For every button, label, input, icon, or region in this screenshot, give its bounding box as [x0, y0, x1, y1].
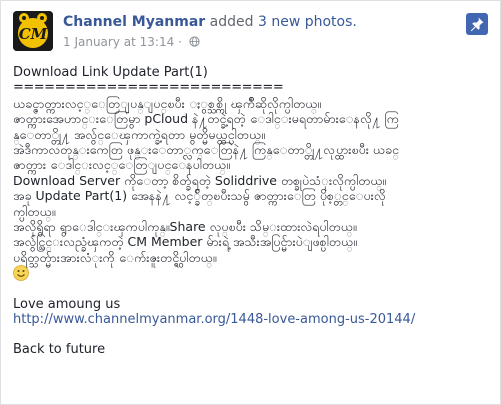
action-prefix: added — [209, 14, 254, 30]
post-line-11: ပရိတ္သတ္မ်ားအားလံုးကို ေက်းဇူးတင္ရွိပါတယ… — [13, 249, 217, 265]
post-line-10: အလွ်င္သြင္းလည္ခံၾကတဲ့ CM Member မ်ားရဲ့ … — [13, 234, 357, 250]
post-line-1: ယခင္ဇာတ္ကားလင့္ေတြျပန္ျပင္ၿပီး ႏွစ္သစ္ကိ… — [13, 95, 322, 111]
post-action-text: added 3 new photos. — [210, 14, 357, 30]
footer-line: Back to future — [13, 341, 106, 357]
post-line-8: က္ပါတယ္။ — [13, 203, 56, 219]
channel-myanmar-logo-icon: CM — [13, 11, 53, 51]
post-author-line: Channel Myanmar added 3 new photos. — [63, 13, 448, 31]
page-name-link[interactable]: Channel Myanmar — [63, 14, 205, 30]
post-title: Download Link Update Part(1) — [13, 65, 208, 80]
post-line-5: ဇာတ္ကား ေဒါင္းလင့္ေတြျပင္ေနပါတယ္။ — [13, 157, 230, 173]
section-title: Love amoung us — [13, 296, 121, 312]
post-line-2: ဇာတ္ကားအေဟာင္းေတြမွာ pCloud နဲ႔တင္ခဲ့ရတဲ… — [13, 111, 399, 127]
post-line-3: န္ေတာ္တို႔ အလွ်င္ေၾကာက္ခဲ့ရတာ မွတ္မိမယ္ထ… — [13, 126, 265, 142]
facebook-post: CM Channel Myanmar added 3 new photos. 1… — [0, 0, 501, 405]
divider-rule: ========================== — [13, 80, 284, 96]
post-line-4: အဲဒီကာလတုန္းကေတြ ဖုန္းေတာ္လက္ေတြနဲ႔ ကြန္… — [13, 142, 399, 158]
movie-link[interactable]: http://www.channelmyanmar.org/1448-love-… — [13, 312, 415, 327]
post-timestamp[interactable]: 1 January at 13:14 — [63, 35, 174, 49]
page-avatar[interactable]: CM — [13, 11, 53, 51]
svg-text:CM: CM — [19, 25, 48, 43]
post-line-9: အလိုရွိရာ ရွာေဒါင္းၾကပါကုန္။Share လုပ္ၿပ… — [13, 219, 357, 235]
post-line-7: အခု Update Part(1) အေနနဲ႔ လင့္ခ်ိတ္ၿပီးသ… — [13, 188, 386, 204]
photos-count-link[interactable]: 3 new photos. — [258, 14, 357, 30]
emoji-line — [13, 265, 488, 282]
post-header: CM Channel Myanmar added 3 new photos. 1… — [13, 11, 488, 55]
smiley-icon — [13, 265, 29, 282]
post-meta: 1 January at 13:14 · — [63, 34, 448, 50]
post-line-6: Download Server ကိုေတာ့ စိတ္ခ်ရတဲ့ Solid… — [13, 172, 387, 188]
pin-icon[interactable] — [466, 13, 488, 35]
post-body: Download Link Update Part(1) ===========… — [13, 65, 488, 357]
post-header-text: Channel Myanmar added 3 new photos. 1 Ja… — [63, 13, 448, 50]
meta-separator: · — [178, 35, 182, 49]
globe-icon[interactable] — [189, 35, 200, 47]
